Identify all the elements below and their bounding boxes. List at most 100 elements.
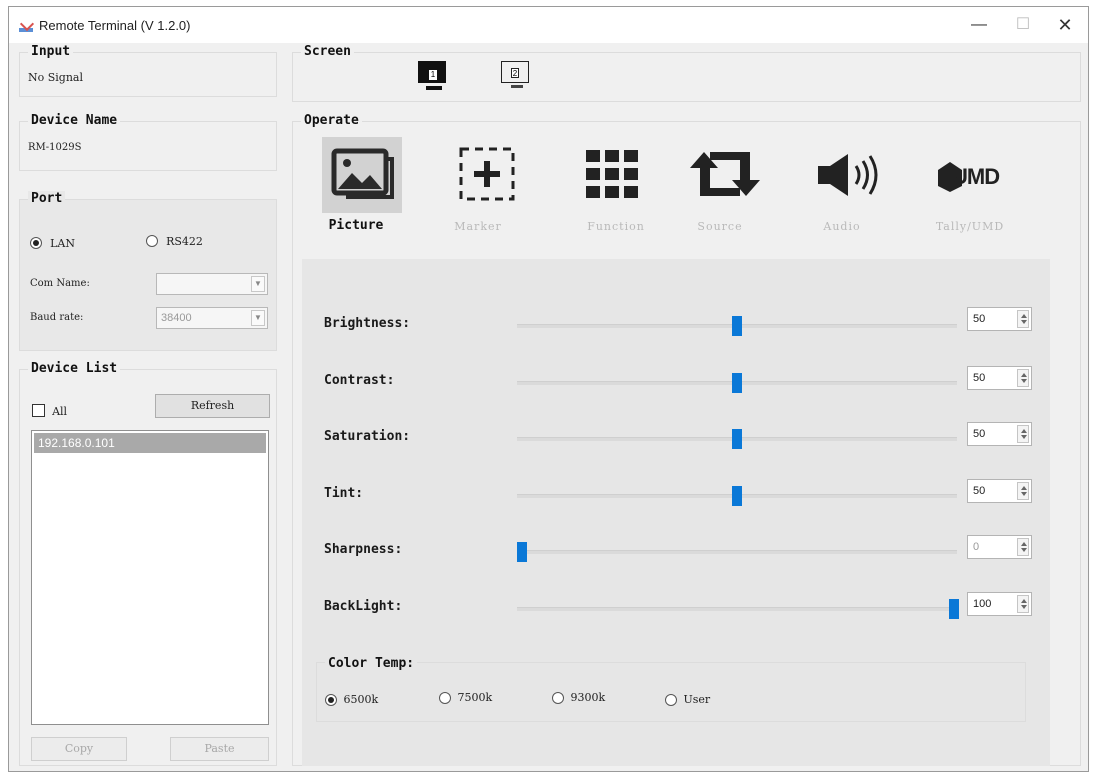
window-title: Remote Terminal (V 1.2.0) xyxy=(39,17,191,33)
brightness-value-spinbox[interactable]: 50 xyxy=(967,307,1032,331)
tab-source-label: Source xyxy=(697,220,743,233)
saturation-value: 50 xyxy=(973,428,986,440)
tab-picture-label: Picture xyxy=(328,218,384,233)
tab-tally-umd-label: Tally/UMD xyxy=(935,220,1005,233)
copy-button[interactable]: Copy xyxy=(31,737,127,761)
screen-2-number: 2 xyxy=(511,68,519,78)
tint-label: Tint: xyxy=(324,486,364,501)
color-temp-9300k-label: 9300k xyxy=(570,691,606,704)
screen-1-number: 1 xyxy=(429,70,437,80)
sharpness-slider-thumb[interactable] xyxy=(517,542,527,562)
tint-value: 50 xyxy=(973,485,986,497)
screen-1-stand-icon xyxy=(426,86,442,90)
operate-title: Operate xyxy=(301,113,362,128)
marker-icon xyxy=(459,147,515,201)
com-name-label: Com Name: xyxy=(30,278,90,289)
backlight-value-spinbox[interactable]: 100 xyxy=(967,592,1032,616)
rs422-label: RS422 xyxy=(166,235,203,248)
spin-arrows-icon[interactable] xyxy=(1017,310,1029,328)
close-button[interactable]: ✕ xyxy=(1050,13,1080,37)
color-temp-user-option[interactable]: User xyxy=(665,693,710,706)
input-signal-text: No Signal xyxy=(28,71,83,84)
lan-radio[interactable] xyxy=(30,236,42,249)
brightness-value: 50 xyxy=(973,313,986,325)
maximize-button[interactable]: ☐ xyxy=(1008,13,1038,37)
tab-audio-label: Audio xyxy=(823,220,861,233)
grid-icon xyxy=(586,150,638,198)
screen-title: Screen xyxy=(301,44,354,59)
screen-1-button[interactable]: 1 xyxy=(418,61,446,83)
backlight-value: 100 xyxy=(973,598,992,610)
tint-slider-thumb[interactable] xyxy=(732,486,742,506)
minimize-button[interactable]: — xyxy=(964,13,994,37)
tab-function-label: Function xyxy=(587,220,645,233)
color-temp-title: Color Temp: xyxy=(325,656,418,671)
speaker-icon xyxy=(818,154,878,196)
screen-group: Screen 1 2 xyxy=(292,44,1081,102)
list-item[interactable]: 192.168.0.101 xyxy=(34,433,266,453)
paste-button[interactable]: Paste xyxy=(170,737,269,761)
saturation-slider-thumb[interactable] xyxy=(732,429,742,449)
spin-arrows-icon[interactable] xyxy=(1017,595,1029,613)
color-temp-7500k-radio[interactable] xyxy=(439,692,451,704)
title-bar: Remote Terminal (V 1.2.0) — ☐ ✕ xyxy=(9,7,1088,43)
color-temp-9300k-radio[interactable] xyxy=(552,692,564,704)
picture-icon xyxy=(331,148,394,199)
tab-function[interactable] xyxy=(584,148,640,200)
color-temp-6500k-option[interactable]: 6500k xyxy=(325,693,378,706)
umd-icon-text: UMD xyxy=(952,164,1000,189)
spin-arrows-icon[interactable] xyxy=(1017,369,1029,387)
all-checkbox-option[interactable]: All xyxy=(32,400,67,419)
sharpness-slider-track[interactable] xyxy=(517,550,957,554)
color-temp-6500k-radio[interactable] xyxy=(325,694,337,706)
sharpness-value: 0 xyxy=(973,541,980,553)
backlight-slider-track[interactable] xyxy=(517,607,957,611)
device-list-title: Device List xyxy=(28,361,121,376)
color-temp-9300k-option[interactable]: 9300k xyxy=(552,691,605,704)
sharpness-value-spinbox[interactable]: 0 xyxy=(967,535,1032,559)
port-lan-option[interactable]: LAN xyxy=(30,232,75,251)
chevron-down-icon[interactable]: ▼ xyxy=(251,310,265,326)
saturation-value-spinbox[interactable]: 50 xyxy=(967,422,1032,446)
backlight-slider-thumb[interactable] xyxy=(949,599,959,619)
all-checkbox[interactable] xyxy=(32,404,45,417)
color-temp-user-radio[interactable] xyxy=(665,694,677,706)
color-temp-group: Color Temp: 6500k 7500k 9300k User xyxy=(316,656,1026,722)
rs422-radio[interactable] xyxy=(146,234,158,247)
color-temp-7500k-option[interactable]: 7500k xyxy=(439,691,492,704)
tab-tally-umd[interactable]: UMD xyxy=(936,160,1014,194)
screen-2-button[interactable]: 2 xyxy=(501,61,529,83)
refresh-button[interactable]: Refresh xyxy=(155,394,270,418)
swap-icon xyxy=(690,152,760,196)
spin-arrows-icon[interactable] xyxy=(1017,425,1029,443)
app-icon xyxy=(19,18,33,32)
contrast-slider-thumb[interactable] xyxy=(732,373,742,393)
tab-picture[interactable] xyxy=(322,137,402,213)
backlight-label: BackLight: xyxy=(324,599,403,614)
chevron-down-icon[interactable]: ▼ xyxy=(251,276,265,292)
saturation-label: Saturation: xyxy=(324,429,411,444)
input-group: Input No Signal xyxy=(19,44,277,97)
contrast-label: Contrast: xyxy=(324,373,395,388)
device-list-box[interactable]: 192.168.0.101 xyxy=(31,430,269,725)
input-title: Input xyxy=(28,44,74,59)
tint-value-spinbox[interactable]: 50 xyxy=(967,479,1032,503)
brightness-label: Brightness: xyxy=(324,316,411,331)
tab-marker[interactable] xyxy=(458,146,516,202)
device-name-value: RM-1029S xyxy=(28,142,82,153)
contrast-value-spinbox[interactable]: 50 xyxy=(967,366,1032,390)
device-name-title: Device Name xyxy=(28,113,121,128)
baud-rate-value: 38400 xyxy=(161,312,192,324)
all-label: All xyxy=(52,405,68,418)
tab-audio[interactable] xyxy=(816,152,884,198)
port-rs422-option[interactable]: RS422 xyxy=(146,230,203,249)
com-name-combo[interactable]: ▼ xyxy=(156,273,268,295)
baud-rate-combo[interactable]: 38400 ▼ xyxy=(156,307,268,329)
baud-rate-label: Baud rate: xyxy=(30,312,84,323)
lan-label: LAN xyxy=(50,237,75,250)
spin-arrows-icon[interactable] xyxy=(1017,538,1029,556)
tab-source[interactable] xyxy=(688,150,762,198)
color-temp-6500k-label: 6500k xyxy=(343,693,379,706)
brightness-slider-thumb[interactable] xyxy=(732,316,742,336)
spin-arrows-icon[interactable] xyxy=(1017,482,1029,500)
